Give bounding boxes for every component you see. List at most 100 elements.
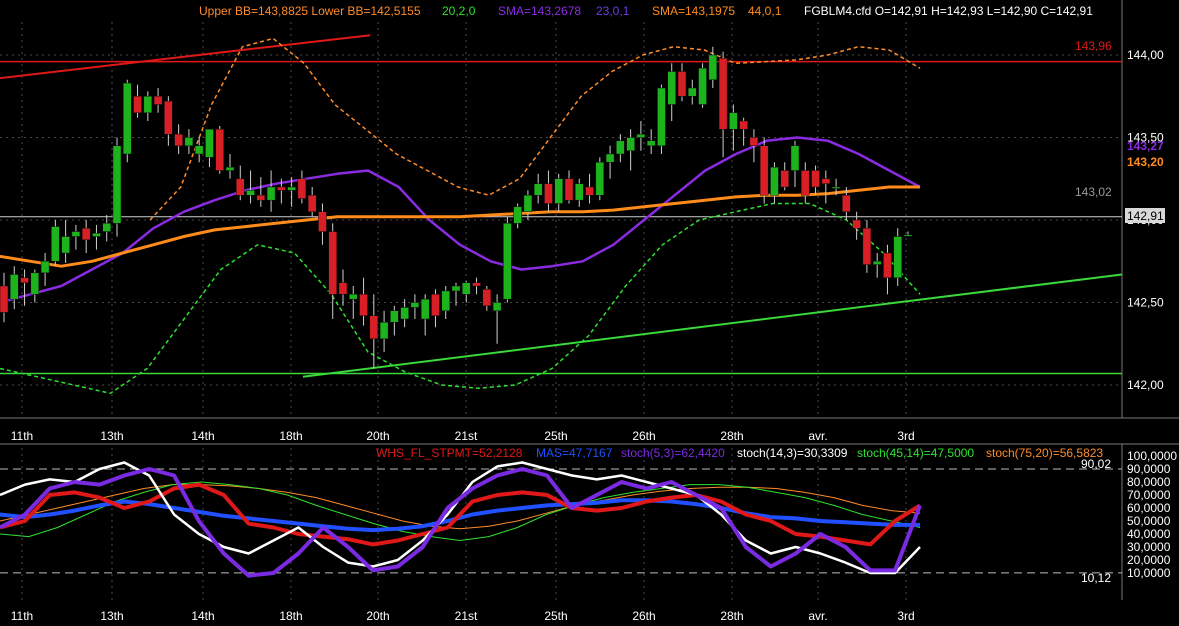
candle-down bbox=[677, 71, 687, 97]
osc-tick-label: 60,0000 bbox=[1127, 501, 1171, 515]
candle-down bbox=[821, 178, 831, 184]
candle-up bbox=[92, 232, 101, 237]
candle-up bbox=[903, 234, 913, 237]
candle-down bbox=[472, 282, 481, 287]
price-tick-label: 144,00 bbox=[1127, 48, 1164, 62]
trading-chart: 144,00143,50143,00142,50142,00 11th13th1… bbox=[0, 0, 1179, 626]
candle-up bbox=[554, 178, 563, 204]
candle-up bbox=[790, 145, 800, 171]
candle-down bbox=[297, 178, 307, 199]
chart-background bbox=[0, 0, 1179, 626]
candle-down bbox=[759, 145, 769, 196]
candle-up bbox=[893, 236, 902, 278]
candle-down bbox=[318, 211, 327, 232]
date-tick-label: 26th bbox=[632, 429, 655, 443]
date-tick-label: 3rd bbox=[897, 429, 914, 443]
candle-up bbox=[379, 322, 389, 340]
candle-up bbox=[605, 153, 615, 163]
candle-down bbox=[482, 289, 492, 307]
candle-up bbox=[102, 223, 111, 232]
candle-up bbox=[112, 145, 122, 224]
candle-up bbox=[636, 133, 646, 138]
candle-down bbox=[359, 294, 368, 316]
osc-tick-label: 80,0000 bbox=[1127, 475, 1171, 489]
candle-up bbox=[420, 298, 430, 320]
date-tick-label: 25th bbox=[544, 429, 567, 443]
candle-down bbox=[718, 58, 728, 130]
candle-down bbox=[883, 252, 892, 278]
candle-up bbox=[657, 87, 666, 146]
date-tick-label: 20th bbox=[366, 609, 389, 623]
candle-down bbox=[174, 133, 183, 146]
candle-up bbox=[40, 261, 50, 274]
candle-up bbox=[30, 272, 40, 295]
date-tick-label: 14th bbox=[191, 429, 214, 443]
candle-down bbox=[215, 129, 224, 171]
candle-down bbox=[811, 170, 820, 188]
candle-up bbox=[462, 282, 471, 295]
oscillator-axis: 100,000090,000080,000070,000060,000050,0… bbox=[1127, 449, 1177, 580]
candle-up bbox=[287, 186, 296, 191]
date-tick-label: 11th bbox=[11, 609, 33, 623]
candle-up bbox=[729, 112, 738, 130]
candle-up bbox=[698, 67, 707, 105]
candle-up bbox=[441, 290, 450, 312]
date-tick-label: 21st bbox=[455, 429, 478, 443]
candle-up bbox=[184, 137, 194, 146]
candle-down bbox=[277, 186, 286, 191]
sma2-label: SMA=143,1975 bbox=[652, 4, 735, 18]
candle-down bbox=[585, 186, 594, 196]
candle-up bbox=[71, 231, 81, 237]
price-tick-label: 142,00 bbox=[1127, 378, 1164, 392]
upper-level-label: 90,02 bbox=[1081, 457, 1111, 471]
candle-down bbox=[236, 178, 245, 196]
date-tick-label: 25th bbox=[544, 609, 567, 623]
resistance-value-label: 143,96 bbox=[1075, 39, 1112, 53]
date-tick-label: 11th bbox=[11, 429, 33, 443]
candle-down bbox=[328, 231, 337, 295]
date-tick-label: 14th bbox=[191, 609, 214, 623]
candle-up bbox=[646, 140, 656, 147]
date-tick-label: 3rd bbox=[897, 609, 914, 623]
sma1-label: SMA=143,2678 bbox=[498, 4, 581, 18]
date-tick-label: avr. bbox=[808, 609, 827, 623]
candle-up bbox=[770, 166, 779, 196]
osc-tick-label: 30,0000 bbox=[1127, 540, 1171, 554]
stoch3-label: stoch(45,14)=47,5000 bbox=[857, 446, 974, 460]
candle-down bbox=[801, 170, 810, 196]
candle-up bbox=[523, 195, 533, 212]
date-tick-label: 26th bbox=[632, 609, 655, 623]
osc-tick-label: 40,0000 bbox=[1127, 527, 1171, 541]
candle-up bbox=[246, 190, 255, 196]
candle-up bbox=[575, 183, 584, 201]
candle-up bbox=[194, 145, 204, 155]
candle-up bbox=[503, 223, 512, 300]
candle-down bbox=[133, 96, 142, 113]
candle-up bbox=[225, 166, 235, 171]
sma1-params: 23,0,1 bbox=[596, 4, 630, 18]
candle-down bbox=[153, 96, 163, 105]
last-price-label: 142,91 bbox=[1127, 209, 1164, 223]
candle-up bbox=[400, 307, 409, 320]
candle-down bbox=[862, 228, 872, 265]
candle-up bbox=[123, 82, 132, 155]
candle-up bbox=[10, 274, 19, 300]
candle-down bbox=[431, 294, 440, 316]
candle-up bbox=[667, 71, 676, 105]
level-mid-label: 143,02 bbox=[1075, 185, 1112, 199]
osc-tick-label: 70,0000 bbox=[1127, 488, 1171, 502]
osc-tick-label: 10,0000 bbox=[1127, 566, 1171, 580]
date-tick-label: 18th bbox=[279, 609, 302, 623]
candle-up bbox=[513, 206, 522, 224]
stoch2-label: stoch(14,3)=30,3309 bbox=[737, 446, 848, 460]
candle-down bbox=[81, 228, 91, 241]
candle-down bbox=[852, 219, 861, 229]
date-tick-label: 28th bbox=[720, 429, 743, 443]
candle-down bbox=[780, 170, 789, 188]
ohlc-label: FGBLM4.cfd O=142,91 H=142,93 L=142,90 C=… bbox=[804, 4, 1093, 18]
sma23-value-label: 143,27 bbox=[1127, 139, 1164, 153]
date-tick-label: 20th bbox=[366, 429, 389, 443]
candle-up bbox=[626, 137, 635, 151]
candle-down bbox=[0, 285, 9, 313]
candle-up bbox=[616, 140, 625, 155]
